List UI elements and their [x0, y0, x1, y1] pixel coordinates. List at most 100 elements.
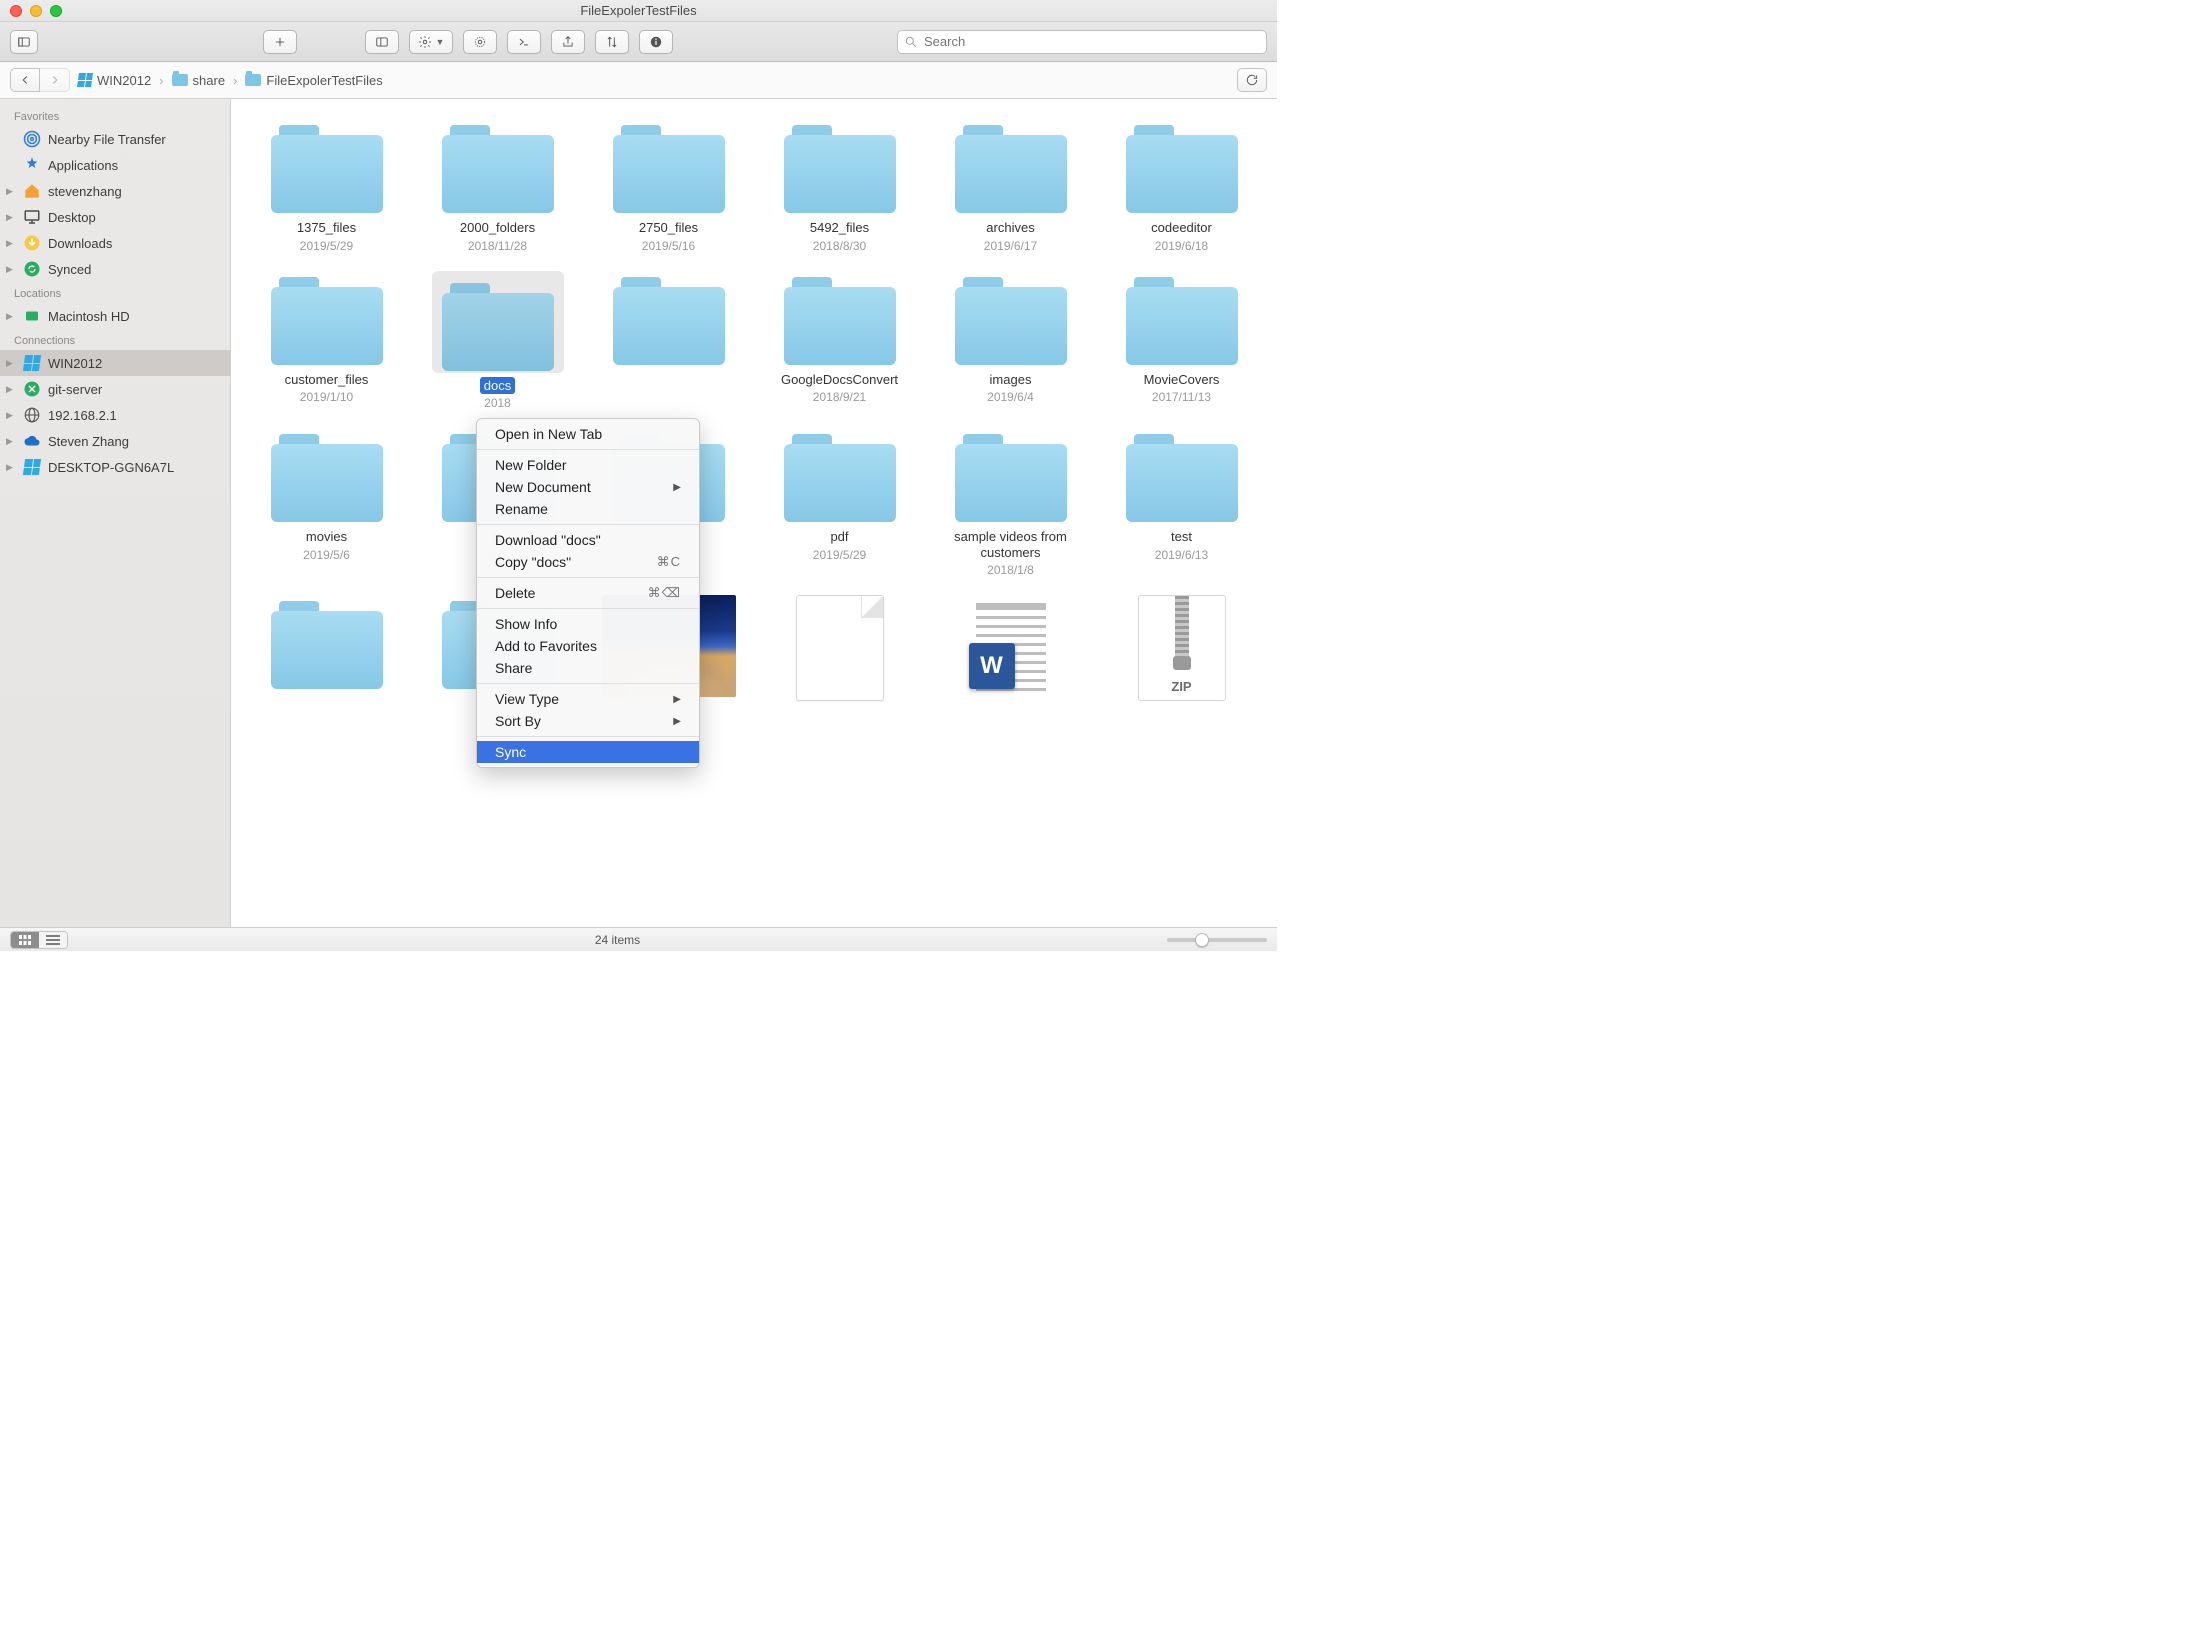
- disclosure-triangle-icon[interactable]: ▶: [6, 436, 16, 447]
- sidebar-item-label: Desktop: [48, 210, 96, 225]
- context-menu-item[interactable]: New Folder: [477, 454, 699, 476]
- context-menu-item[interactable]: Show Info: [477, 613, 699, 635]
- radar-icon: [23, 130, 41, 148]
- file-item[interactable]: images2019/6/4: [925, 271, 1096, 411]
- file-label: customer_files: [281, 371, 373, 389]
- file-item[interactable]: sample videos from customers2018/1/8: [925, 428, 1096, 577]
- disclosure-triangle-icon[interactable]: ▶: [6, 212, 16, 223]
- sidebar-item[interactable]: Nearby File Transfer: [0, 126, 230, 152]
- disclosure-triangle-icon[interactable]: ▶: [6, 238, 16, 249]
- zoom-slider[interactable]: [1167, 938, 1267, 942]
- file-date: 2019/6/4: [987, 390, 1034, 404]
- file-item[interactable]: test 2019/6/13: [1096, 428, 1267, 577]
- terminal-button[interactable]: [507, 30, 541, 54]
- disclosure-triangle-icon[interactable]: ▶: [6, 358, 16, 369]
- context-menu-item[interactable]: Delete⌘⌫: [477, 582, 699, 604]
- sidebar-item[interactable]: ▶stevenzhang: [0, 178, 230, 204]
- context-menu-item[interactable]: Sort By▶: [477, 710, 699, 732]
- sidebar-item[interactable]: ▶DESKTOP-GGN6A7L: [0, 454, 230, 480]
- file-item[interactable]: [583, 271, 754, 411]
- back-button[interactable]: [10, 68, 40, 92]
- context-menu-item[interactable]: Share: [477, 657, 699, 679]
- file-item[interactable]: customer_files2019/1/10: [241, 271, 412, 411]
- disclosure-triangle-icon[interactable]: ▶: [6, 311, 16, 322]
- sidebar-toggle-button[interactable]: [10, 30, 38, 54]
- search-field[interactable]: [897, 30, 1267, 54]
- file-label: [323, 695, 331, 697]
- sidebar-item[interactable]: ▶ Desktop: [0, 204, 230, 230]
- sidebar-item[interactable]: Applications: [0, 152, 230, 178]
- sort-button[interactable]: [595, 30, 629, 54]
- nav-buttons: [10, 68, 70, 92]
- file-item[interactable]: W: [925, 595, 1096, 709]
- panel-button[interactable]: [365, 30, 399, 54]
- file-item[interactable]: ZIP: [1096, 595, 1267, 709]
- pathbar: WIN2012›share›FileExpolerTestFiles: [0, 62, 1277, 99]
- sidebar-item[interactable]: ▶Steven Zhang: [0, 428, 230, 454]
- breadcrumb-item[interactable]: share: [172, 73, 226, 88]
- breadcrumb-item[interactable]: WIN2012: [78, 73, 151, 88]
- search-input[interactable]: [924, 34, 1260, 49]
- file-item[interactable]: 2000_folders2018/11/28: [412, 119, 583, 253]
- file-item[interactable]: [754, 595, 925, 709]
- context-menu-item[interactable]: New Document▶: [477, 476, 699, 498]
- icon-view-button[interactable]: [11, 932, 39, 948]
- disclosure-triangle-icon[interactable]: ▶: [6, 186, 16, 197]
- file-item[interactable]: GoogleDocsConvert2018/9/21: [754, 271, 925, 411]
- context-menu-item[interactable]: Rename: [477, 498, 699, 520]
- zip-icon: ZIP: [1138, 595, 1226, 701]
- share-button[interactable]: [551, 30, 585, 54]
- disclosure-triangle-icon[interactable]: ▶: [6, 384, 16, 395]
- file-item[interactable]: docs2018: [412, 271, 583, 411]
- sidebar-item[interactable]: ▶Downloads: [0, 230, 230, 256]
- disclosure-triangle-icon[interactable]: ▶: [6, 264, 16, 275]
- sidebar-section-header: Locations: [0, 282, 230, 303]
- file-item[interactable]: movies2019/5/6: [241, 428, 412, 577]
- breadcrumb-item[interactable]: FileExpolerTestFiles: [245, 73, 382, 88]
- context-menu-item[interactable]: Download "docs": [477, 529, 699, 551]
- sidebar-item[interactable]: ▶git-server: [0, 376, 230, 402]
- context-menu-item[interactable]: Add to Favorites: [477, 635, 699, 657]
- file-item[interactable]: 5492_files2018/8/30: [754, 119, 925, 253]
- context-menu-item[interactable]: Copy "docs"⌘C: [477, 551, 699, 573]
- reload-button[interactable]: [1237, 68, 1267, 92]
- file-item[interactable]: pdf2019/5/29: [754, 428, 925, 577]
- windows-icon: [23, 354, 41, 372]
- file-label: codeeditor: [1147, 219, 1216, 237]
- settings-dropdown-button[interactable]: ▼: [409, 30, 453, 54]
- sidebar-item[interactable]: ▶WIN2012: [0, 350, 230, 376]
- new-button[interactable]: [263, 30, 297, 54]
- sidebar-item[interactable]: ▶192.168.2.1: [0, 402, 230, 428]
- file-item[interactable]: 2750_files2019/5/16: [583, 119, 754, 253]
- sidebar-item[interactable]: ▶Macintosh HD: [0, 303, 230, 329]
- window-title: FileExpolerTestFiles: [0, 3, 1277, 18]
- forward-button[interactable]: [40, 68, 70, 92]
- file-item[interactable]: 1375_files2019/5/29: [241, 119, 412, 253]
- file-label: test: [1167, 528, 1196, 546]
- folder-icon: [267, 595, 387, 691]
- sidebar-item[interactable]: ▶Synced: [0, 256, 230, 282]
- disclosure-triangle-icon[interactable]: ▶: [6, 462, 16, 473]
- context-menu-item[interactable]: Open in New Tab: [477, 423, 699, 445]
- sidebar-icon: [17, 35, 31, 49]
- keyboard-shortcut: ⌘⌫: [648, 585, 681, 601]
- folder-icon: [172, 74, 188, 86]
- context-menu-label: Rename: [495, 501, 548, 517]
- breadcrumb-label: share: [193, 73, 226, 88]
- file-item[interactable]: [241, 595, 412, 709]
- folder-icon: [609, 271, 729, 367]
- folder-icon: [780, 271, 900, 367]
- file-item[interactable]: archives2019/6/17: [925, 119, 1096, 253]
- file-item[interactable]: codeeditor2019/6/18: [1096, 119, 1267, 253]
- word-doc-icon: W: [961, 595, 1061, 701]
- list-view-button[interactable]: [39, 932, 67, 948]
- context-menu-item[interactable]: Sync: [477, 741, 699, 763]
- file-date: 2019/6/13: [1155, 548, 1208, 562]
- context-menu-item[interactable]: View Type▶: [477, 688, 699, 710]
- submenu-arrow-icon: ▶: [673, 694, 681, 705]
- file-item[interactable]: MovieCovers2017/11/13: [1096, 271, 1267, 411]
- info-button[interactable]: [639, 30, 673, 54]
- content-area[interactable]: 1375_files2019/5/292000_folders2018/11/2…: [231, 99, 1277, 927]
- disclosure-triangle-icon[interactable]: ▶: [6, 410, 16, 421]
- action-button[interactable]: [463, 30, 497, 54]
